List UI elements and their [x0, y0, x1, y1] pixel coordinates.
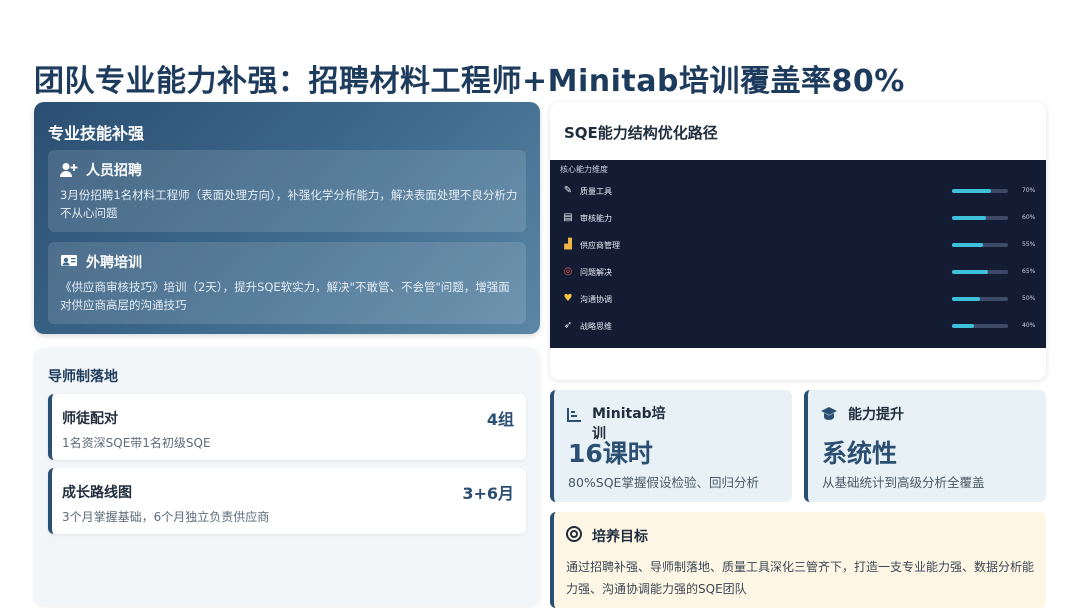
stat-title: 能力提升 — [848, 407, 904, 423]
mentor-row-value: 3+6月 — [462, 484, 514, 503]
rocket-icon: ➶ — [563, 320, 573, 331]
stat-card-minitab: Minitab培训 16课时 80%SQE掌握假设检验、回归分析 — [550, 390, 792, 502]
ability-bar-fill — [952, 216, 986, 220]
ability-caption: 核心能力维度 — [560, 165, 608, 174]
mentor-row-pairing: 师徒配对 1名资深SQE带1名初级SQE 4组 — [48, 394, 526, 460]
ability-percent: 40% — [1022, 322, 1036, 329]
skill-item-title: 人员招聘 — [86, 163, 142, 179]
mentor-row-value: 4组 — [486, 410, 514, 429]
stat-card-ability: 能力提升 系统性 从基础统计到高级分析全覆盖 — [804, 390, 1046, 502]
factory-icon: ▟ — [564, 239, 572, 250]
structure-heading: SQE能力结构优化路径 — [564, 124, 718, 142]
mentor-row-label: 师徒配对 — [62, 411, 118, 427]
skill-item-desc: 3月份招聘1名材料工程师（表面处理方向），补强化学分析能力，解决表面处理不良分析… — [60, 188, 518, 220]
mentor-row-label: 成长路线图 — [62, 485, 132, 501]
ability-bar-row: ✎ 质量工具 70% — [560, 184, 1036, 200]
ability-bar-fill — [952, 270, 989, 274]
skills-card: 专业技能补强 人员招聘 3月份招聘1名材料工程师（表面处理方向），补强化学分析能… — [34, 102, 540, 334]
ability-bar-row: ♥ 沟通协调 50% — [560, 292, 1036, 308]
target-icon — [566, 526, 582, 546]
ability-bar-fill — [952, 243, 983, 247]
slide: 团队专业能力补强：招聘材料工程师+Minitab培训覆盖率80% 专业技能补强 … — [0, 0, 1080, 608]
mentor-heading: 导师制落地 — [48, 369, 118, 385]
skill-item-recruit: 人员招聘 3月份招聘1名材料工程师（表面处理方向），补强化学分析能力，解决表面处… — [48, 150, 526, 232]
ability-bar-row: ◎ 问题解决 65% — [560, 265, 1036, 281]
user-plus-icon — [60, 162, 78, 178]
stat-desc: 80%SQE掌握假设检验、回归分析 — [568, 475, 759, 490]
ability-percent: 50% — [1022, 295, 1036, 302]
ability-label: 供应商管理 — [580, 241, 620, 250]
ability-label: 战略思维 — [580, 322, 612, 331]
mentor-row-roadmap: 成长路线图 3个月掌握基础，6个月独立负责供应商 3+6月 — [48, 468, 526, 534]
mentor-row-desc: 1名资深SQE带1名初级SQE — [62, 436, 211, 450]
stat-value: 系统性 — [822, 439, 898, 468]
ability-bar-track — [952, 189, 1008, 193]
skill-item-training: 外聘培训 《供应商审核技巧》培训（2天），提升SQE软实力，解决"不敢管、不会管… — [48, 242, 526, 324]
ability-label: 审核能力 — [580, 214, 612, 223]
page-title: 团队专业能力补强：招聘材料工程师+Minitab培训覆盖率80% — [34, 64, 905, 99]
ability-bar-track — [952, 270, 1008, 274]
target-icon: ◎ — [563, 266, 573, 277]
training-board-icon — [60, 254, 78, 270]
ability-label: 质量工具 — [580, 187, 612, 196]
graduation-cap-icon — [820, 406, 838, 426]
skill-item-title: 外聘培训 — [86, 255, 142, 271]
ability-label: 问题解决 — [580, 268, 612, 277]
structure-card: SQE能力结构优化路径 核心能力维度 ✎ 质量工具 70% ▤ 审核能力 60% ▟ 供应商管… — [550, 102, 1046, 380]
ability-bar-track — [952, 324, 1008, 328]
ability-bar-row: ▟ 供应商管理 55% — [560, 238, 1036, 254]
skill-item-desc: 《供应商审核技巧》培训（2天），提升SQE软实力，解决"不敢管、不会管"问题，增… — [60, 280, 510, 312]
ability-label: 沟通协调 — [580, 295, 612, 304]
ability-percent: 70% — [1022, 187, 1036, 194]
pen-icon: ✎ — [563, 185, 573, 196]
stat-value: 16课时 — [568, 439, 653, 468]
ability-percent: 60% — [1022, 214, 1036, 221]
chart-icon — [566, 407, 582, 427]
ability-bar-fill — [952, 297, 980, 301]
ability-bar-track — [952, 243, 1008, 247]
ability-bar-track — [952, 216, 1008, 220]
mentor-row-desc: 3个月掌握基础，6个月独立负责供应商 — [62, 510, 270, 524]
goal-heading: 培养目标 — [592, 529, 648, 545]
skills-heading: 专业技能补强 — [48, 124, 145, 143]
goal-desc: 通过招聘补强、导师制落地、质量工具深化三管齐下，打造一支专业能力强、数据分析能力… — [566, 560, 1035, 596]
ability-percent: 65% — [1022, 268, 1036, 275]
ability-bar-row: ➶ 战略思维 40% — [560, 319, 1036, 335]
ability-bar-fill — [952, 324, 975, 328]
ability-bar-track — [952, 297, 1008, 301]
stat-desc: 从基础统计到高级分析全覆盖 — [822, 475, 985, 490]
heart-icon: ♥ — [563, 293, 573, 304]
ability-bar-row: ▤ 审核能力 60% — [560, 211, 1036, 227]
ability-bar-fill — [952, 189, 992, 193]
ability-percent: 55% — [1022, 241, 1036, 248]
ability-panel: 核心能力维度 ✎ 质量工具 70% ▤ 审核能力 60% ▟ 供应商管理 55% ◎ 问题解决 65%… — [550, 160, 1046, 348]
clipboard-icon: ▤ — [563, 212, 573, 223]
mentor-card: 导师制落地 师徒配对 1名资深SQE带1名初级SQE 4组 成长路线图 3个月掌… — [34, 348, 540, 606]
goal-card: 培养目标 通过招聘补强、导师制落地、质量工具深化三管齐下，打造一支专业能力强、数… — [550, 512, 1046, 608]
